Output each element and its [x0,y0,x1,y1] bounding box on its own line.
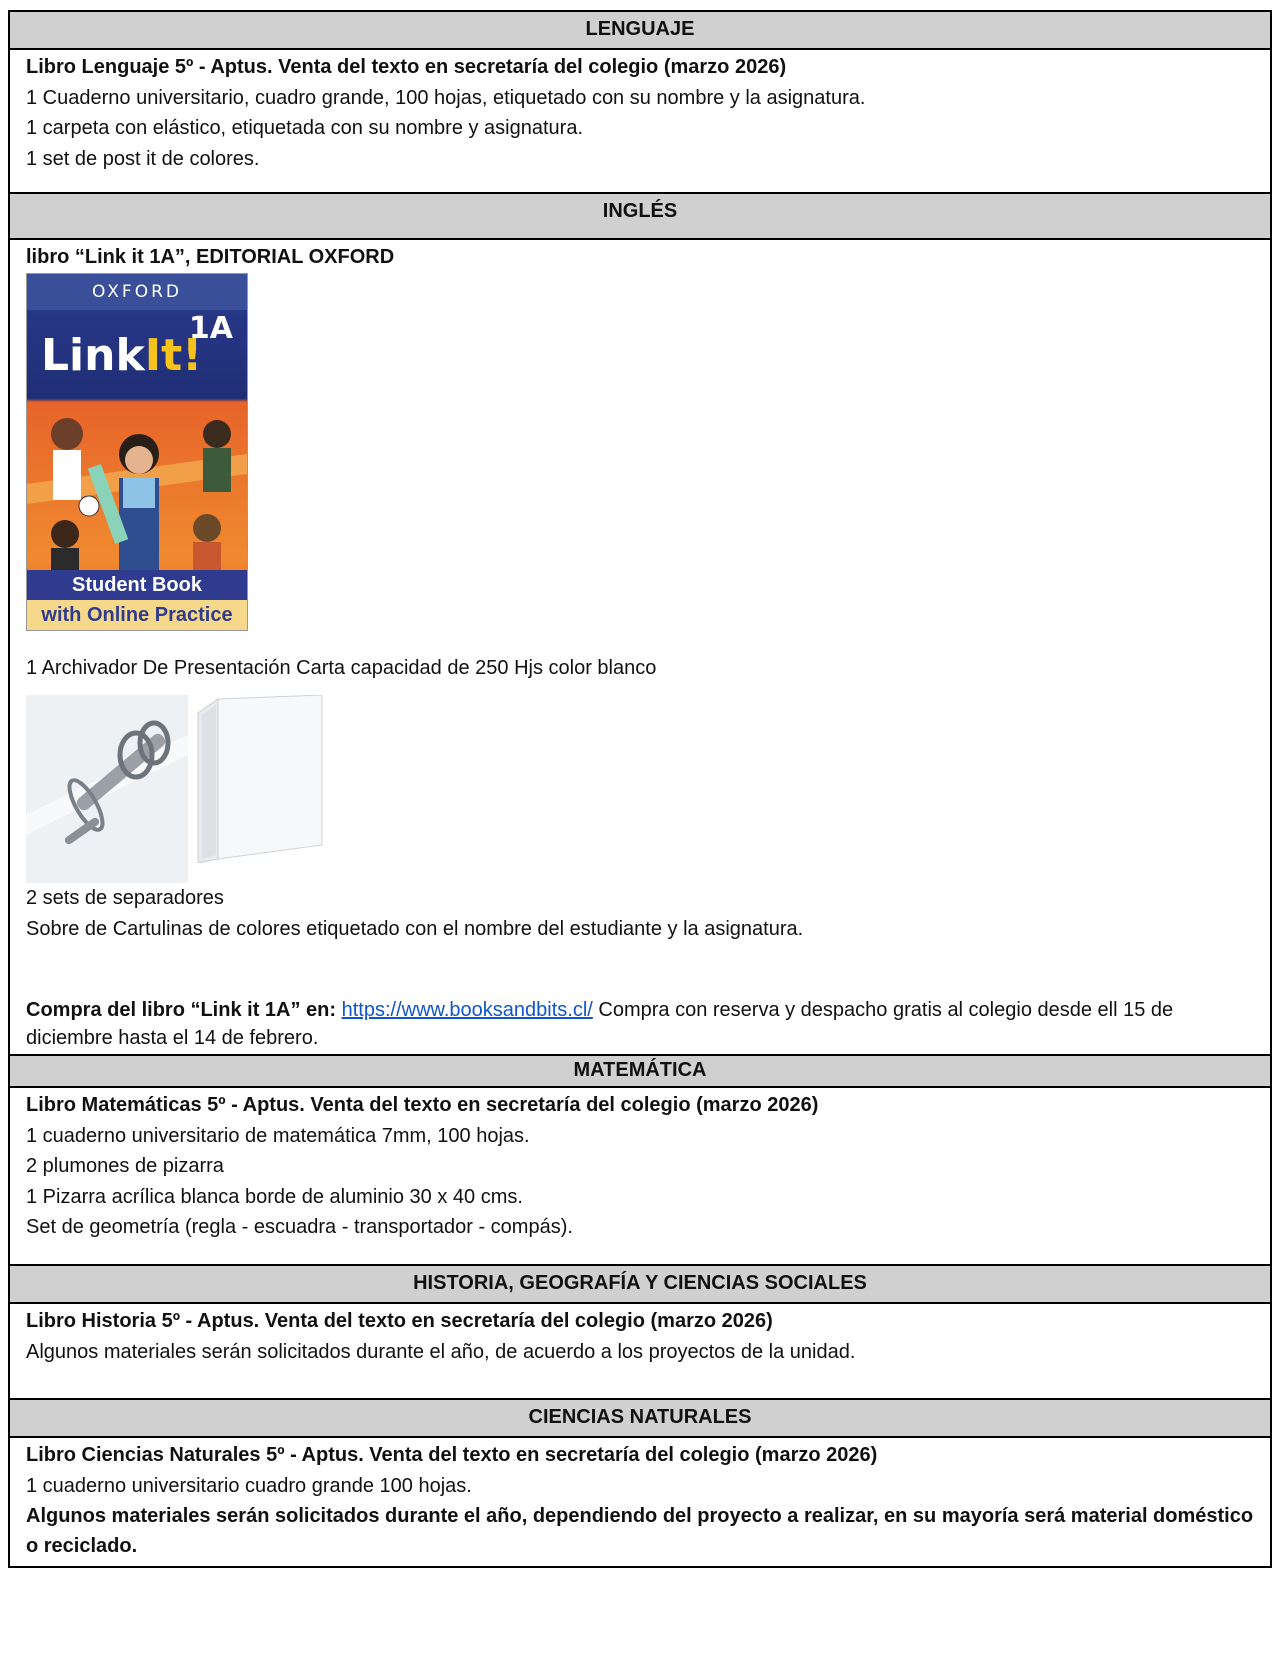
ring-mechanism-image [26,695,188,883]
lenguaje-item: 1 set de post it de colores. [26,147,260,170]
matematica-item: Set de geometría (regla - escuadra - tra… [26,1216,573,1238]
cartulinas-item: Sobre de Cartulinas de colores etiquetad… [26,917,804,940]
purchase-info: Compra del libro “Link it 1A” en: https:… [26,996,1254,1052]
booksandbits-link[interactable]: https://www.booksandbits.cl/ [342,999,593,1021]
section-body-matematica: Libro Matemáticas 5º - Aptus. Venta del … [8,1086,1272,1266]
cover-band-subtitle: with Online Practice [27,599,247,630]
historia-book: Libro Historia 5º - Aptus. Venta del tex… [26,1310,773,1332]
binder-images [26,694,1254,883]
cover-illustration [27,417,247,570]
section-header-ingles: INGLÉS [8,192,1272,240]
section-header-matematica: MATEMÁTICA [8,1054,1272,1088]
separators-item: 2 sets de separadores [26,887,224,909]
section-body-ingles: libro “Link it 1A”, EDITORIAL OXFORD OXF… [8,238,1272,1056]
white-binder-image [194,694,324,864]
cover-logo: LinkIt! [41,329,203,381]
historia-item: Algunos materiales serán solicitados dur… [26,1340,856,1363]
purchase-label: Compra del libro “Link it 1A” en: [26,999,337,1021]
lenguaje-item: 1 Cuaderno universitario, cuadro grande,… [26,86,866,109]
ciencias-book: Libro Ciencias Naturales 5º - Aptus. Ven… [26,1444,878,1466]
section-header-ciencias: CIENCIAS NATURALES [8,1398,1272,1438]
lenguaje-item: 1 carpeta con elástico, etiquetada con s… [26,117,584,139]
section-header-historia: HISTORIA, GEOGRAFÍA Y CIENCIAS SOCIALES [8,1264,1272,1304]
matematica-item: 1 cuaderno universitario de matemática 7… [26,1124,530,1147]
section-body-lenguaje: Libro Lenguaje 5º - Aptus. Venta del tex… [8,48,1272,194]
matematica-item: 1 Pizarra acrílica blanca borde de alumi… [26,1185,523,1208]
section-body-historia: Libro Historia 5º - Aptus. Venta del tex… [8,1302,1272,1400]
ciencias-note: Algunos materiales serán solicitados dur… [26,1505,1254,1557]
cover-publisher: OXFORD [27,273,247,310]
matematica-item: 2 plumones de pizarra [26,1155,224,1177]
supply-table: LENGUAJE Libro Lenguaje 5º - Aptus. Vent… [8,10,1272,1568]
lenguaje-book: Libro Lenguaje 5º - Aptus. Venta del tex… [26,56,787,78]
section-header-lenguaje: LENGUAJE [8,10,1272,50]
section-body-ciencias: Libro Ciencias Naturales 5º - Aptus. Ven… [8,1436,1272,1568]
cover-band-title: Student Book [27,569,247,600]
supply-list: LENGUAJE Libro Lenguaje 5º - Aptus. Vent… [8,10,1272,1568]
matematica-book: Libro Matemáticas 5º - Aptus. Venta del … [26,1094,819,1116]
book-cover-image: OXFORD 1A LinkIt! Student Book with Onli… [26,272,248,631]
ciencias-item: 1 cuaderno universitario cuadro grande 1… [26,1474,472,1497]
binder-item: 1 Archivador De Presentación Carta capac… [26,656,657,679]
ingles-book: libro “Link it 1A”, EDITORIAL OXFORD [26,246,395,268]
